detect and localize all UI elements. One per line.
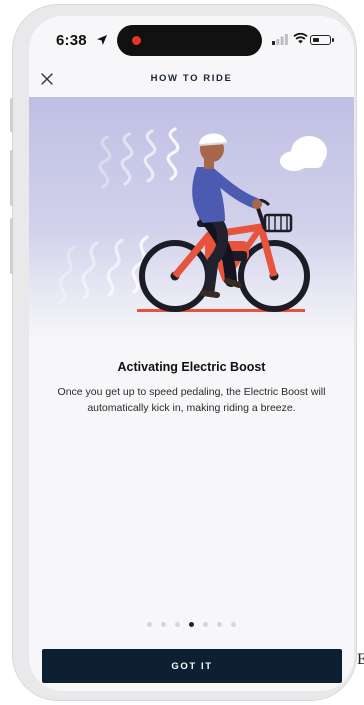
rider-on-bike-illustration xyxy=(58,127,327,312)
page-dot[interactable] xyxy=(231,622,236,627)
status-bar: 6:38 xyxy=(29,16,354,66)
page-dot[interactable] xyxy=(147,622,152,627)
cellular-signal-icon xyxy=(272,34,288,45)
silent-switch xyxy=(10,98,13,132)
page-title: HOW TO RIDE xyxy=(150,73,233,84)
speed-lines xyxy=(58,127,180,304)
page-dot[interactable] xyxy=(175,622,180,627)
slide-description: Once you get up to speed pedaling, the E… xyxy=(57,386,326,414)
got-it-button[interactable]: GOT IT xyxy=(42,649,342,683)
rider xyxy=(192,133,262,298)
app-screen: 6:38 HOW TO RIDE Activating Electric Boo… xyxy=(29,16,354,691)
page-dot[interactable] xyxy=(161,622,166,627)
location-arrow-icon xyxy=(97,35,107,45)
recording-dot-icon xyxy=(132,36,141,45)
battery-icon xyxy=(310,35,331,45)
edge-text: E xyxy=(357,651,364,668)
status-time: 6:38 xyxy=(56,32,87,49)
volume-up-button xyxy=(10,150,13,206)
battery-cap xyxy=(332,38,334,42)
cloud-icon xyxy=(280,136,327,171)
volume-down-button xyxy=(10,218,13,274)
page-indicator xyxy=(29,622,354,627)
page-dot[interactable] xyxy=(203,622,208,627)
electric-boost-illustration xyxy=(29,97,354,342)
page-dot[interactable] xyxy=(217,622,222,627)
wifi-icon xyxy=(293,32,308,44)
page-dot[interactable] xyxy=(189,622,194,627)
slide-heading: Activating Electric Boost xyxy=(117,360,266,374)
dynamic-island xyxy=(117,25,262,56)
header: HOW TO RIDE xyxy=(29,66,354,96)
